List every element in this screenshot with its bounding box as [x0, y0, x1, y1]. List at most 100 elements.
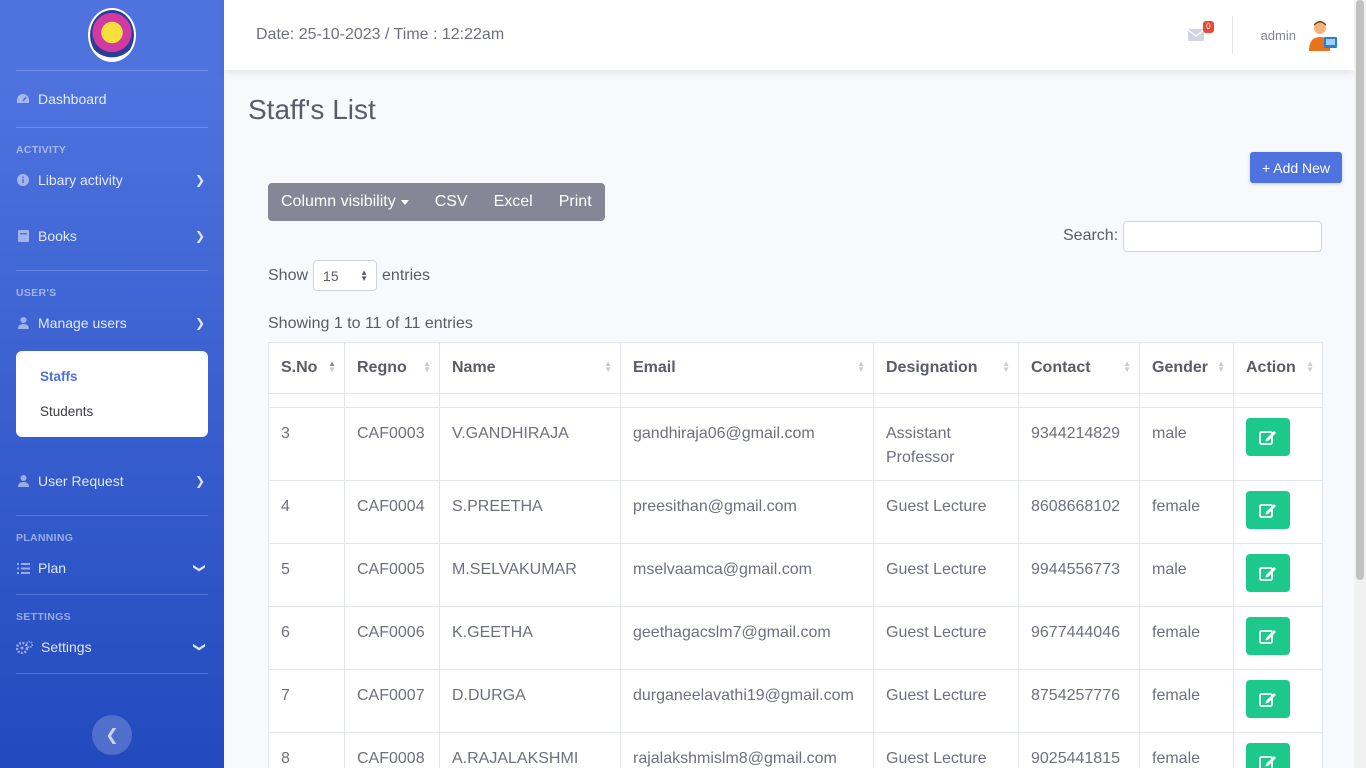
chevron-right-icon: ❯ — [194, 316, 206, 330]
sidebar-item-label: Plan — [38, 560, 67, 576]
envelope-icon — [1187, 29, 1204, 41]
edit-icon — [1259, 504, 1276, 518]
column-header-action[interactable]: Action ▲ ▼ — [1233, 342, 1323, 394]
cell-contact: 9944556773 — [1018, 543, 1140, 607]
sidebar-item-settings[interactable]: Settings ❯ — [0, 625, 224, 669]
date-time-display: Date: 25-10-2023 / Time : 12:22am — [256, 26, 505, 43]
column-header-label: Designation — [886, 359, 978, 376]
edit-button[interactable] — [1246, 554, 1290, 592]
entries-select-value: 15 — [323, 267, 339, 284]
topbar-right: 0 admin — [1187, 0, 1354, 70]
cell-gender: female — [1139, 732, 1234, 768]
sidebar-item-label: User Request — [38, 473, 124, 489]
column-header-designation[interactable]: Designation ▲ ▼ — [873, 342, 1019, 394]
cell-email: geethagacslm7@gmail.com — [620, 606, 874, 670]
sidebar-divider — [16, 673, 208, 674]
topbar-divider — [1231, 16, 1233, 54]
admin-avatar[interactable] — [1306, 19, 1338, 51]
cell-email: preesithan@gmail.com — [620, 480, 874, 544]
table-row: 6 CAF0006 K.GEETHA geethagacslm7@gmail.com G… — [268, 606, 1323, 670]
sidebar-item-label: Libary activity — [38, 172, 123, 188]
sidebar-item-dashboard[interactable]: Dashboard — [0, 71, 224, 127]
edit-button[interactable] — [1246, 680, 1290, 718]
sidebar-item-plan[interactable]: Plan ❯ — [0, 546, 224, 590]
table-row: 5 CAF0005 M.SELVAKUMAR mselvaamca@gmail.com… — [268, 543, 1323, 607]
scrollbar-thumb[interactable] — [1356, 0, 1364, 580]
column-visibility-button[interactable]: Column visibility — [268, 183, 422, 221]
csv-button[interactable]: CSV — [422, 183, 481, 221]
sidebar: Dashboard ACTIVITY Libary activity ❯ Boo… — [0, 0, 224, 768]
cell-regno: CAF0006 — [344, 606, 440, 670]
cell-designation: Guest Lecture — [873, 480, 1019, 544]
cell-designation: Guest Lecture — [873, 606, 1019, 670]
entries-label: entries — [382, 266, 431, 284]
edit-button[interactable] — [1246, 743, 1290, 768]
column-header-label: Name — [452, 359, 496, 376]
sidebar-item-label: Settings — [41, 639, 92, 655]
cell-sno: 5 — [268, 543, 345, 607]
column-header-label: S.No — [281, 359, 318, 376]
sort-icon: ▲ ▼ — [1123, 359, 1131, 374]
cell-name: M.SELVAKUMAR — [439, 543, 621, 607]
table-info: Showing 1 to 11 of 11 entries — [268, 315, 473, 332]
cell-name: A.RAJALAKSHMI — [439, 732, 621, 768]
sidebar-brand[interactable] — [0, 0, 224, 70]
messages-count-badge: 0 — [1203, 21, 1214, 33]
column-header-label: Regno — [357, 359, 407, 376]
submenu-item-students[interactable]: Students — [16, 394, 208, 429]
export-button-group: Column visibility CSV Excel Print — [268, 183, 605, 221]
chevron-right-icon: ❯ — [194, 229, 206, 243]
sidebar-item-books[interactable]: Books ❯ — [0, 202, 224, 270]
sidebar-toggle-button[interactable]: ❮ — [92, 715, 132, 755]
sidebar-item-manage-users[interactable]: Manage users ❯ — [0, 301, 224, 345]
caret-down-icon — [400, 199, 409, 205]
sidebar-item-library-activity[interactable]: Libary activity ❯ — [0, 158, 224, 202]
submenu-item-staffs[interactable]: Staffs — [16, 359, 208, 394]
column-header-label: Gender — [1152, 359, 1209, 376]
cell-contact: 8754257776 — [1018, 669, 1140, 733]
search-input[interactable] — [1123, 221, 1322, 252]
column-header-sno[interactable]: S.No ▲ ▼ — [268, 342, 345, 394]
add-new-button[interactable]: + Add New — [1250, 152, 1342, 183]
cell-name: K.GEETHA — [439, 606, 621, 670]
column-header-gender[interactable]: Gender ▲ ▼ — [1139, 342, 1234, 394]
cell-gender: female — [1139, 480, 1234, 544]
cell-sno: 4 — [268, 480, 345, 544]
edit-button[interactable] — [1246, 418, 1290, 456]
sidebar-item-user-request[interactable]: User Request ❯ — [0, 437, 224, 525]
column-header-name[interactable]: Name ▲ ▼ — [439, 342, 621, 394]
cell-designation: Guest Lecture — [873, 543, 1019, 607]
staff-table: S.No ▲ ▼ Regno ▲ ▼ Name ▲ ▼ Email ▲ ▼ Designatio… — [268, 342, 1323, 768]
column-header-contact[interactable]: Contact ▲ ▼ — [1018, 342, 1140, 394]
list-icon — [16, 561, 30, 575]
book-icon — [16, 229, 30, 243]
sort-icon: ▲ ▼ — [1217, 359, 1225, 374]
cell-email: gandhiraja06@gmail.com — [620, 407, 874, 481]
page-scrollbar[interactable] — [1354, 0, 1366, 768]
column-header-regno[interactable]: Regno ▲ ▼ — [344, 342, 440, 394]
column-visibility-label: Column visibility — [281, 193, 396, 210]
tachometer-icon — [16, 92, 30, 106]
cell-action — [1233, 669, 1323, 733]
edit-button[interactable] — [1246, 491, 1290, 529]
chevron-down-icon: ❯ — [193, 562, 207, 574]
cell-action — [1233, 543, 1323, 607]
column-header-email[interactable]: Email ▲ ▼ — [620, 342, 874, 394]
manage-users-submenu: Staffs Students — [16, 351, 208, 437]
user-name[interactable]: admin — [1261, 28, 1296, 43]
cell-designation: Assistant Professor — [873, 407, 1019, 481]
print-button[interactable]: Print — [546, 183, 605, 221]
edit-button[interactable] — [1246, 617, 1290, 655]
column-header-label: Contact — [1031, 359, 1091, 376]
edit-icon — [1259, 431, 1276, 445]
sort-icon: ▲ ▼ — [857, 359, 865, 374]
column-header-label: Email — [633, 359, 676, 376]
sort-icon: ▲ ▼ — [1306, 359, 1314, 374]
user-icon — [16, 316, 30, 330]
excel-button[interactable]: Excel — [481, 183, 546, 221]
cell-contact: 9344214829 — [1018, 407, 1140, 481]
messages-dropdown[interactable]: 0 — [1187, 21, 1214, 45]
entries-select[interactable]: 15 ▲ ▼ — [313, 260, 378, 291]
cell-regno: CAF0007 — [344, 669, 440, 733]
edit-icon — [1259, 756, 1276, 768]
